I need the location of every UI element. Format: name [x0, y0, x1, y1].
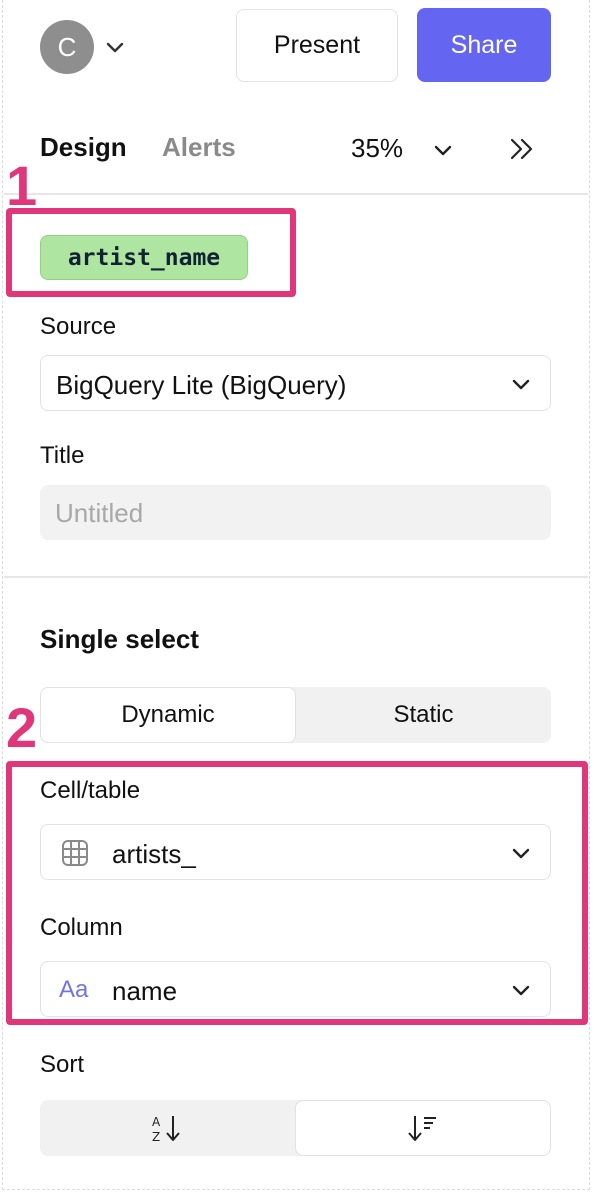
- svg-text:Z: Z: [152, 1130, 160, 1143]
- cell-table-value: artists_: [112, 839, 196, 869]
- title-placeholder: Untitled: [55, 498, 144, 528]
- chevron-down-icon[interactable]: [432, 139, 454, 161]
- source-select[interactable]: BigQuery Lite (BigQuery): [40, 355, 551, 411]
- column-label: Column: [40, 914, 123, 941]
- svg-text:A: A: [152, 1115, 161, 1129]
- avatar[interactable]: C: [40, 20, 94, 74]
- mode-option-dynamic[interactable]: Dynamic: [40, 687, 296, 743]
- divider: [4, 576, 588, 578]
- sort-desc-icon: [408, 1116, 436, 1141]
- annotation-number-2: 2: [6, 696, 38, 759]
- source-value: BigQuery Lite (BigQuery): [56, 370, 347, 400]
- mode-segmented-control[interactable]: Dynamic Static: [40, 687, 551, 743]
- section-heading: Single select: [40, 624, 199, 654]
- present-button[interactable]: Present: [236, 9, 398, 82]
- sort-segmented-control[interactable]: A Z: [40, 1100, 551, 1156]
- column-select[interactable]: Aa name: [40, 961, 551, 1017]
- chevron-down-icon: [512, 848, 530, 859]
- tab-design[interactable]: Design: [40, 132, 127, 163]
- sort-option-descending[interactable]: [295, 1100, 551, 1156]
- text-type-icon: Aa: [59, 976, 89, 1003]
- title-input[interactable]: Untitled: [40, 485, 551, 540]
- title-label: Title: [40, 442, 85, 469]
- sort-az-icon: A Z: [152, 1115, 180, 1143]
- chevron-down-icon: [512, 379, 530, 390]
- double-chevron-right-icon[interactable]: [508, 136, 536, 162]
- cell-table-label: Cell/table: [40, 777, 141, 804]
- chevron-down-icon[interactable]: [104, 36, 126, 58]
- annotation-number-1: 1: [6, 154, 38, 217]
- zoom-level[interactable]: 35%: [351, 133, 403, 164]
- chevron-down-icon: [512, 985, 530, 996]
- divider: [4, 193, 588, 195]
- sort-label: Sort: [40, 1051, 85, 1078]
- mode-option-static[interactable]: Static: [296, 687, 551, 743]
- column-value: name: [112, 976, 178, 1006]
- source-label: Source: [40, 313, 117, 340]
- table-grid-icon: [62, 840, 88, 866]
- share-button[interactable]: Share: [417, 8, 551, 82]
- element-name-chip[interactable]: artist_name: [40, 235, 248, 280]
- tab-alerts[interactable]: Alerts: [162, 132, 236, 163]
- sort-option-ascending[interactable]: A Z: [40, 1100, 295, 1156]
- cell-table-select[interactable]: artists_: [40, 824, 551, 880]
